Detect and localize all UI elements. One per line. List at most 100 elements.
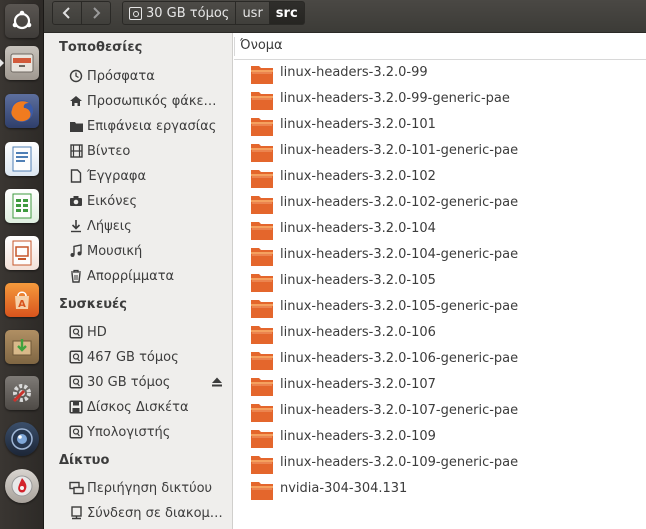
file-row[interactable]: linux-headers-3.2.0-104	[234, 217, 646, 243]
system-settings-launcher-icon[interactable]	[4, 375, 40, 411]
film-icon	[68, 143, 84, 159]
file-row[interactable]: nvidia-304-304.131	[234, 477, 646, 503]
file-row[interactable]: linux-headers-3.2.0-101	[234, 113, 646, 139]
file-name: linux-headers-3.2.0-107-generic-pae	[280, 403, 519, 418]
sidebar-item-label: Πρόσφατα	[87, 68, 155, 84]
file-row[interactable]: linux-headers-3.2.0-101-generic-pae	[234, 139, 646, 165]
files-launcher-icon[interactable]	[0, 45, 40, 81]
home-icon	[68, 93, 84, 109]
firefox-launcher-icon[interactable]	[4, 93, 40, 129]
file-row[interactable]: linux-headers-3.2.0-107-generic-pae	[234, 399, 646, 425]
breadcrumb-volume[interactable]: 30 GB τόμος	[122, 1, 237, 25]
floppy-icon	[68, 399, 84, 415]
sidebar-item-pictures[interactable]: Εικόνες	[68, 190, 228, 212]
file-name: linux-headers-3.2.0-109-generic-pae	[280, 455, 519, 470]
software-center-launcher-icon[interactable]: A	[4, 282, 40, 318]
dash-home-icon[interactable]	[4, 3, 40, 39]
file-row[interactable]: linux-headers-3.2.0-107	[234, 373, 646, 399]
sidebar-item-trash[interactable]: Απορρίμματα	[68, 265, 228, 287]
drive-icon	[129, 6, 142, 20]
forward-button[interactable]	[81, 1, 111, 25]
camera-icon	[68, 193, 84, 209]
sidebar-item-467gb[interactable]: 467 GB τόμος	[68, 346, 228, 368]
folder-icon	[251, 430, 273, 448]
calc-launcher-icon[interactable]	[4, 188, 40, 224]
file-row[interactable]: linux-headers-3.2.0-99	[234, 61, 646, 87]
name-column-header[interactable]: Όνομα	[234, 33, 646, 60]
file-row[interactable]: linux-headers-3.2.0-106	[234, 321, 646, 347]
writer-launcher-icon[interactable]	[4, 141, 40, 177]
file-name: linux-headers-3.2.0-105	[280, 273, 436, 288]
file-name: linux-headers-3.2.0-104-generic-pae	[280, 247, 519, 262]
impress-launcher-icon[interactable]	[4, 235, 40, 271]
back-button[interactable]	[52, 1, 82, 25]
file-row[interactable]: linux-headers-3.2.0-109-generic-pae	[234, 451, 646, 477]
chevron-right-icon	[93, 7, 101, 19]
file-name: linux-headers-3.2.0-109	[280, 429, 436, 444]
document-icon	[68, 168, 84, 184]
sidebar-item-documents[interactable]: Έγγραφα	[68, 165, 228, 187]
sidebar-item-videos[interactable]: Βίντεο	[68, 140, 228, 162]
breadcrumb-volume-label: 30 GB τόμος	[146, 5, 230, 21]
sidebar-item-label: Περιήγηση δικτύου	[87, 480, 213, 496]
network-icon	[68, 480, 84, 496]
file-row[interactable]: linux-headers-3.2.0-109	[234, 425, 646, 451]
folder-icon	[251, 404, 273, 422]
sidebar-item-label: Επιφάνεια εργασίας	[87, 118, 217, 134]
sidebar-item-hd[interactable]: HD	[68, 321, 228, 343]
file-row[interactable]: linux-headers-3.2.0-104-generic-pae	[234, 243, 646, 269]
folder-icon	[251, 118, 273, 136]
brasero-launcher-icon[interactable]	[4, 468, 40, 504]
sidebar-item-label: Μουσική	[87, 243, 143, 259]
file-name: linux-headers-3.2.0-99-generic-pae	[280, 91, 510, 106]
sidebar-item-label: Σύνδεση σε διακομ…	[87, 505, 223, 521]
devices-header: Συσκευές	[59, 297, 127, 312]
drive-icon	[68, 424, 84, 440]
eject-icon[interactable]	[211, 376, 223, 388]
column-separator	[234, 37, 235, 56]
sidebar-item-music[interactable]: Μουσική	[68, 240, 228, 262]
file-row[interactable]: linux-headers-3.2.0-102-generic-pae	[234, 191, 646, 217]
music-icon	[68, 243, 84, 259]
breadcrumb-src[interactable]: src	[268, 1, 305, 25]
sidebar-item-label: Βίντεο	[87, 143, 131, 159]
nautilus-toolbar: 30 GB τόμος usr src	[44, 0, 646, 33]
file-name: linux-headers-3.2.0-106-generic-pae	[280, 351, 519, 366]
package-install-launcher-icon[interactable]	[4, 329, 40, 365]
sidebar-item-floppy[interactable]: Δίσκος Δισκέτα	[68, 396, 228, 418]
file-row[interactable]: linux-headers-3.2.0-102	[234, 165, 646, 191]
sidebar-item-recent[interactable]: Πρόσφατα	[68, 65, 228, 87]
sidebar-item-home[interactable]: Προσωπικός φάκε…	[68, 90, 228, 112]
breadcrumb: 30 GB τόμος usr src	[122, 1, 305, 25]
drive-icon	[68, 374, 84, 390]
sidebar-item-desktop[interactable]: Επιφάνεια εργασίας	[68, 115, 228, 137]
sidebar: Τοποθεσίες Πρόσφατα Προσωπικός φάκε… Επι…	[44, 33, 233, 529]
sidebar-item-browse-network[interactable]: Περιήγηση δικτύου	[68, 477, 228, 499]
sidebar-item-30gb[interactable]: 30 GB τόμος	[68, 371, 228, 393]
file-name: linux-headers-3.2.0-107	[280, 377, 436, 392]
file-row[interactable]: linux-headers-3.2.0-106-generic-pae	[234, 347, 646, 373]
folder-icon	[251, 482, 273, 500]
sidebar-item-downloads[interactable]: Λήψεις	[68, 215, 228, 237]
camera-app-launcher-icon[interactable]	[4, 421, 40, 457]
file-row[interactable]: linux-headers-3.2.0-105	[234, 269, 646, 295]
folder-icon	[251, 170, 273, 188]
file-name: nvidia-304-304.131	[280, 481, 408, 496]
breadcrumb-src-label: src	[275, 5, 298, 21]
sidebar-item-connect-server[interactable]: Σύνδεση σε διακομ…	[68, 502, 228, 524]
sidebar-item-label: Έγγραφα	[87, 168, 147, 184]
sidebar-item-label: HD	[87, 324, 107, 340]
file-name: linux-headers-3.2.0-101	[280, 117, 436, 132]
file-row[interactable]: linux-headers-3.2.0-105-generic-pae	[234, 295, 646, 321]
server-icon	[68, 505, 84, 521]
chevron-left-icon	[62, 7, 70, 19]
breadcrumb-usr[interactable]: usr	[235, 1, 270, 25]
folder-icon	[251, 196, 273, 214]
sidebar-item-label: Υπολογιστής	[87, 424, 171, 440]
folder-icon	[251, 92, 273, 110]
sidebar-item-label: Εικόνες	[87, 193, 138, 209]
file-row[interactable]: linux-headers-3.2.0-99-generic-pae	[234, 87, 646, 113]
sidebar-item-computer[interactable]: Υπολογιστής	[68, 421, 228, 443]
sidebar-item-label: Απορρίμματα	[87, 268, 175, 284]
file-name: linux-headers-3.2.0-106	[280, 325, 436, 340]
